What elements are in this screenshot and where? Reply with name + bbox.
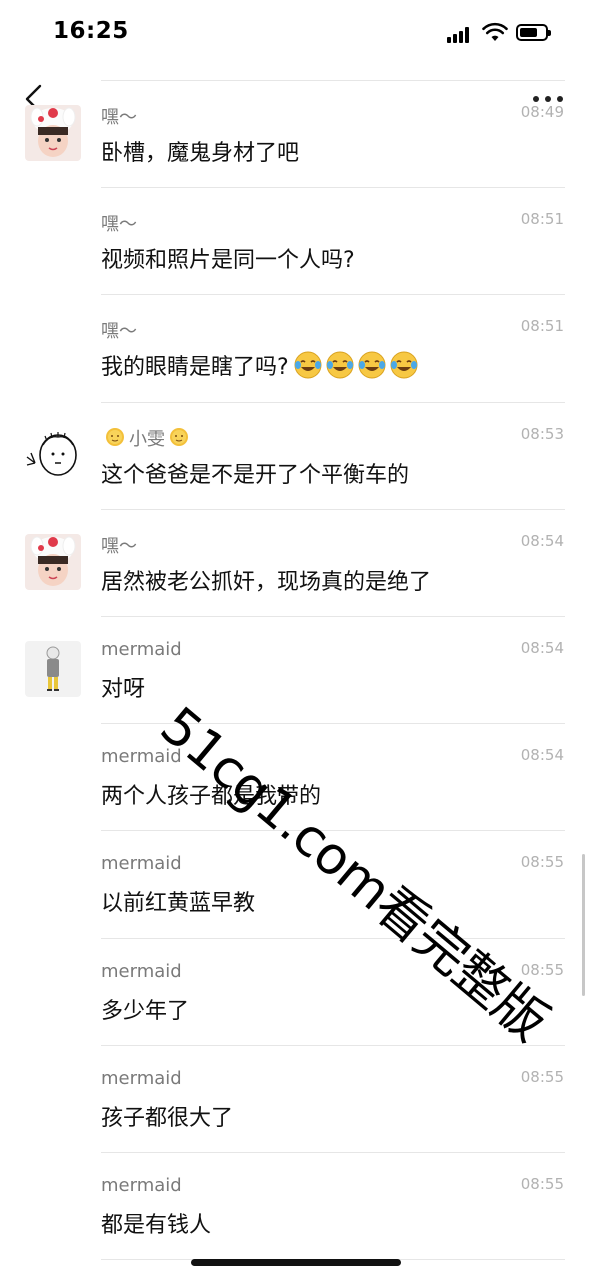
comment-item[interactable]: mermaid 08:55 都是有钱人 bbox=[0, 1153, 591, 1261]
comment-item[interactable]: mermaid 08:54 对呀 bbox=[0, 617, 591, 725]
crying-laughing-emoji-icon bbox=[294, 351, 322, 379]
comment-author[interactable]: 小雯 bbox=[101, 425, 193, 451]
avatar[interactable] bbox=[25, 640, 81, 697]
comment-item[interactable]: 小雯 08:53 这个爸爸是不是开了个平衡车的 bbox=[0, 403, 591, 510]
battery-icon bbox=[516, 24, 551, 41]
comment-author[interactable]: 嘿～ bbox=[101, 317, 137, 343]
comment-time: 08:54 bbox=[520, 746, 564, 765]
comment-time: 08:51 bbox=[520, 317, 564, 336]
comment-author[interactable]: mermaid bbox=[101, 1068, 182, 1089]
cellular-signal-icon bbox=[447, 27, 473, 43]
comment-time: 08:54 bbox=[520, 531, 564, 550]
comment-author[interactable]: 嘿～ bbox=[101, 210, 137, 236]
comment-author-name: 小雯 bbox=[129, 428, 165, 450]
comment-text: 居然被老公抓奸，现场真的是绝了 bbox=[101, 569, 432, 595]
comment-author[interactable]: 嘿～ bbox=[101, 532, 137, 558]
comment-author[interactable]: mermaid bbox=[101, 853, 182, 874]
avatar[interactable] bbox=[25, 426, 81, 483]
comment-text: 孩子都很大了 bbox=[101, 1105, 234, 1131]
comment-time: 08:55 bbox=[520, 1174, 564, 1193]
comment-text: 卧槽，魔鬼身材了吧 bbox=[101, 141, 300, 166]
comment-time: 08:49 bbox=[520, 103, 564, 121]
home-indicator[interactable] bbox=[191, 1259, 401, 1266]
sun-icon bbox=[170, 427, 188, 446]
comment-text: 都是有钱人 bbox=[101, 1212, 212, 1238]
comment-text: 这个爸爸是不是开了个平衡车的 bbox=[101, 462, 410, 488]
comment-item[interactable]: mermaid 08:55 孩子都很大了 bbox=[0, 1046, 591, 1153]
comment-author[interactable]: mermaid bbox=[101, 1175, 182, 1196]
comment-text: 多少年了 bbox=[101, 998, 190, 1024]
comment-text: 视频和照片是同一个人吗? bbox=[101, 248, 355, 274]
comment-item[interactable]: 嘿～ 08:51 我的眼睛是瞎了吗? bbox=[0, 295, 591, 403]
comment-list: 嘿～ 08:49 卧槽，魔鬼身材了吧 嘿～ 08:51 视频和照片是同一个人吗?… bbox=[0, 81, 591, 1261]
status-time: 16:25 bbox=[53, 18, 129, 44]
comment-author[interactable]: 嘿～ bbox=[101, 103, 137, 129]
wifi-icon bbox=[482, 22, 508, 41]
crying-laughing-emoji-icon bbox=[390, 351, 418, 379]
comment-text-content: 我的眼睛是瞎了吗? bbox=[101, 355, 289, 381]
avatar[interactable] bbox=[25, 533, 81, 590]
avatar[interactable] bbox=[25, 105, 81, 161]
comment-text: 以前红黄蓝早教 bbox=[101, 891, 256, 917]
comment-item[interactable]: 嘿～ 08:54 居然被老公抓奸，现场真的是绝了 bbox=[0, 510, 591, 617]
comment-time: 08:51 bbox=[520, 210, 564, 229]
comment-time: 08:54 bbox=[520, 638, 564, 657]
emoji-group bbox=[293, 350, 421, 386]
status-bar: 16:25 bbox=[0, 0, 591, 66]
comment-time: 08:55 bbox=[520, 853, 564, 872]
crying-laughing-emoji-icon bbox=[358, 351, 386, 379]
comment-author[interactable]: mermaid bbox=[101, 639, 182, 660]
crying-laughing-emoji-icon bbox=[326, 351, 354, 379]
comment-text: 我的眼睛是瞎了吗? bbox=[101, 349, 421, 386]
comment-time: 08:53 bbox=[520, 424, 564, 443]
comment-time: 08:55 bbox=[520, 1067, 564, 1086]
comment-item[interactable]: 嘿～ 08:49 卧槽，魔鬼身材了吧 bbox=[0, 81, 591, 189]
scrollbar[interactable] bbox=[582, 854, 585, 996]
comment-item[interactable]: 嘿～ 08:51 视频和照片是同一个人吗? bbox=[0, 188, 591, 296]
sun-icon bbox=[106, 427, 124, 446]
comment-author[interactable]: mermaid bbox=[101, 961, 182, 982]
comment-text: 对呀 bbox=[101, 676, 146, 702]
